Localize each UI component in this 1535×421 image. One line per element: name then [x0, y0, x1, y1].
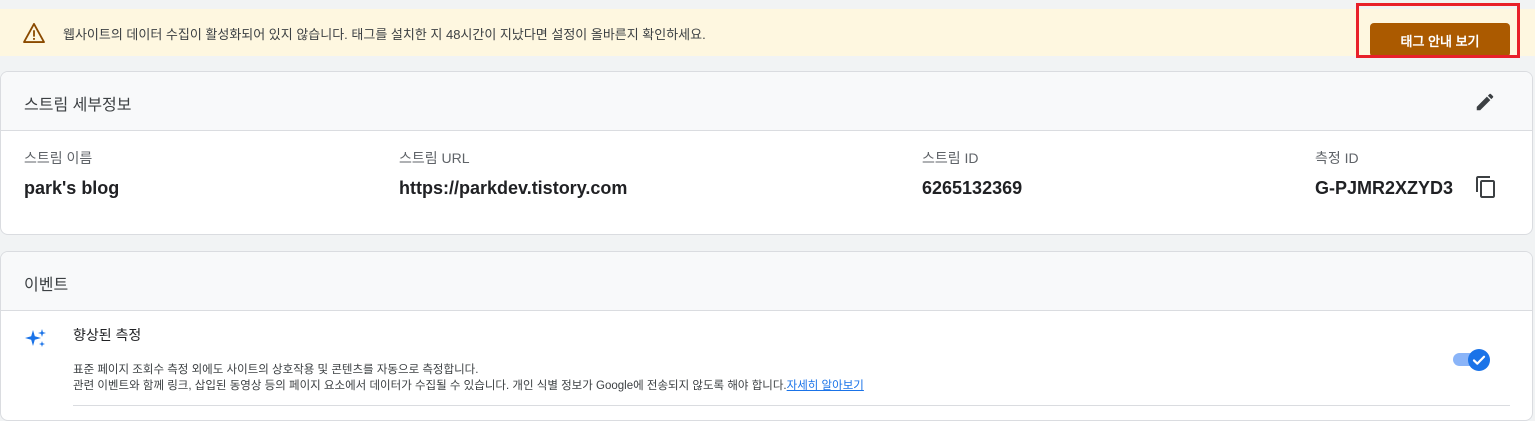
events-header: 이벤트: [1, 252, 1532, 311]
stream-id-field: 스트림 ID 6265132369: [922, 148, 1022, 199]
enhanced-measurement-toggle[interactable]: [1453, 349, 1491, 371]
enhanced-desc-line1: 표준 페이지 조회수 측정 외에도 사이트의 상호작용 및 콘텐츠를 자동으로 …: [73, 364, 479, 376]
measurement-id-label: 측정 ID: [1315, 150, 1359, 166]
divider: [73, 405, 1510, 406]
stream-details-title: 스트림 세부정보: [24, 97, 132, 114]
stream-name-value: park's blog: [24, 178, 120, 198]
stream-url-field: 스트림 URL https://parkdev.tistory.com: [399, 148, 627, 199]
enhanced-measurement-title: 향상된 측정: [73, 327, 142, 343]
banner-message: 웹사이트의 데이터 수집이 활성화되어 있지 않습니다. 태그를 설치한 지 4…: [63, 27, 706, 42]
measurement-id-value: G-PJMR2XZYD3: [1315, 178, 1454, 198]
checkmark-icon: [1472, 355, 1486, 365]
events-title: 이벤트: [24, 277, 69, 294]
stream-details-card: 스트림 세부정보 스트림 이름 park's blog 스트림 URL http…: [0, 71, 1533, 235]
copy-icon[interactable]: [1474, 175, 1498, 199]
pencil-icon[interactable]: [1474, 91, 1496, 113]
stream-url-value: https://parkdev.tistory.com: [399, 178, 628, 198]
stream-details-header: 스트림 세부정보: [1, 72, 1532, 131]
enhanced-measurement-description: 표준 페이지 조회수 측정 외에도 사이트의 상호작용 및 콘텐츠를 자동으로 …: [73, 362, 864, 394]
stream-name-label: 스트림 이름: [24, 150, 93, 166]
events-card: 이벤트 향상된 측정 표준 페이지 조회수 측정 외에도 사이트의 상호작용 및…: [0, 251, 1533, 421]
sparkle-icon: [25, 329, 46, 347]
stream-name-field: 스트림 이름 park's blog: [24, 148, 119, 199]
enhanced-desc-line2: 관련 이벤트와 함께 링크, 삽입된 동영상 등의 페이지 요소에서 데이터가 …: [73, 380, 787, 392]
measurement-id-field: 측정 ID G-PJMR2XZYD3: [1315, 148, 1453, 199]
stream-id-value: 6265132369: [922, 178, 1023, 198]
learn-more-link[interactable]: 자세히 알아보기: [787, 380, 864, 392]
toggle-knob: [1468, 349, 1490, 371]
highlight-box: [1356, 3, 1520, 58]
warning-icon: [23, 23, 45, 43]
stream-id-label: 스트림 ID: [922, 150, 979, 166]
data-collection-warning-banner: 웹사이트의 데이터 수집이 활성화되어 있지 않습니다. 태그를 설치한 지 4…: [0, 9, 1535, 57]
stream-url-label: 스트림 URL: [399, 150, 470, 166]
